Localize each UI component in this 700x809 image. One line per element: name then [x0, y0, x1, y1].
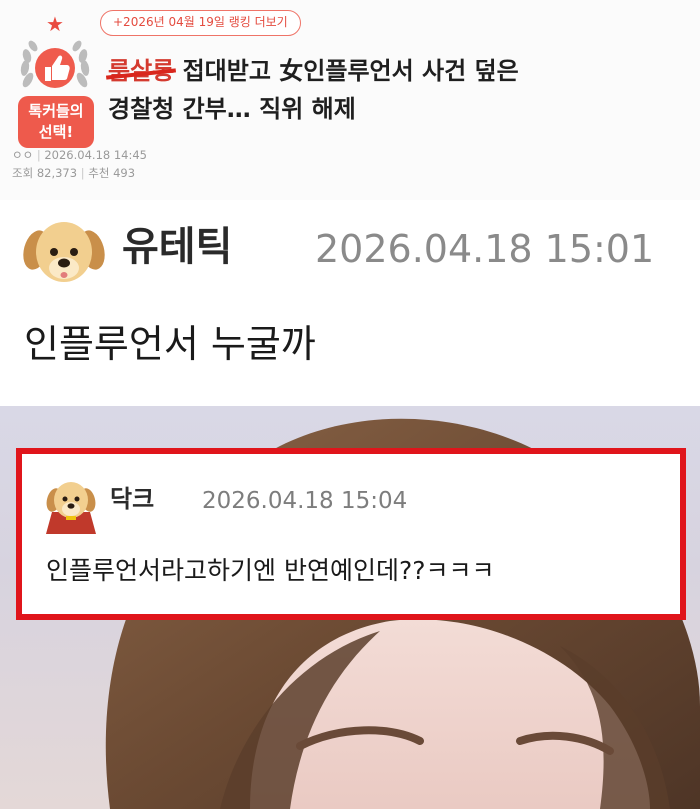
star-icon: ★ — [46, 12, 64, 36]
title-line2: 경찰청 간부… 직위 해제 — [108, 95, 356, 123]
comment-item: 유테틱 2026.04.18 15:01 인플루언서 누굴까 — [0, 200, 700, 406]
view-count: 조회 82,373 — [12, 166, 78, 180]
author-name: ㅇㅇ — [12, 148, 34, 162]
puppy-cape-avatar-icon — [46, 482, 96, 534]
post-title[interactable]: 룸살롱 접대받고 女인플루언서 사건 덮은 경찰청 간부… 직위 해제 — [108, 52, 688, 128]
recommend-count: 추천 493 — [88, 166, 136, 180]
highlighted-comment-box: 닥크 2026.04.18 15:04 인플루언서라고하기엔 반연예인데??ㅋㅋ… — [16, 448, 686, 620]
toker-choice-label: 톡커들의 선택! — [18, 96, 94, 148]
puppy-avatar-icon — [23, 222, 105, 282]
comment-author[interactable]: 닥크 — [110, 484, 154, 514]
post-header: ★ 톡커들의 선택! +2026년 04월 19일 랭킹 더보기 룸살롱 접대받… — [0, 0, 700, 200]
comment-text: 인플루언서라고하기엔 반연예인데??ㅋㅋㅋ — [46, 556, 495, 585]
thumbs-up-wreath-icon — [20, 40, 90, 88]
post-date: 2026.04.18 14:45 — [44, 148, 148, 162]
comment-text: 인플루언서 누굴까 — [24, 322, 316, 366]
toker-choice-badge: ★ 톡커들의 선택! — [10, 12, 100, 148]
comment-timestamp: 2026.04.18 15:04 — [202, 488, 408, 514]
comment-timestamp: 2026.04.18 15:01 — [315, 227, 655, 271]
post-meta: ㅇㅇ | 2026.04.18 14:45 조회 82,373 | 추천 493 — [12, 148, 148, 180]
title-rest: 접대받고 女인플루언서 사건 덮은 — [174, 57, 519, 85]
ranking-more-link[interactable]: +2026년 04월 19일 랭킹 더보기 — [100, 10, 301, 36]
comment-author[interactable]: 유테틱 — [122, 222, 232, 272]
struck-word: 룸살롱 — [108, 57, 175, 85]
